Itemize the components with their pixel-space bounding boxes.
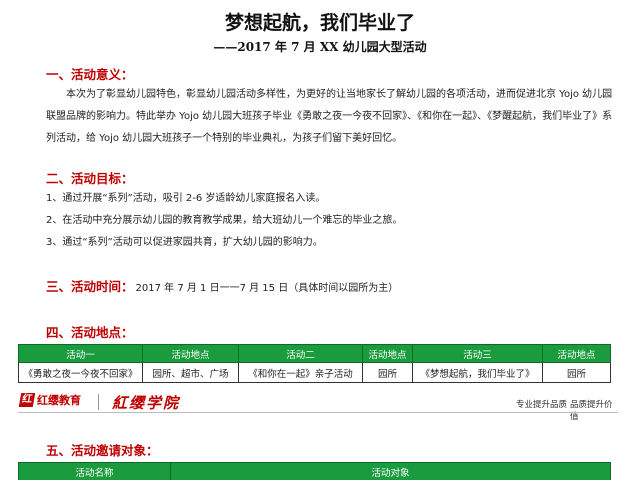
hongying-edu-logo: 红 红缨教育 bbox=[18, 392, 81, 408]
table-row: 《勇敢之夜一今夜不回家》 园所、超市、广场 《和你在一起》亲子活动 园所 《梦想… bbox=[18, 362, 611, 383]
hongying-academy-logo: 紅缨学院 bbox=[112, 394, 181, 412]
section-3-text: 2017 年 7 月 1 日一一7 月 15 日（具体时间以园所为主） bbox=[135, 283, 399, 294]
invite-table: 活动名称 活动对象 bbox=[18, 462, 611, 480]
table-cell: 《和你在一起》亲子活动 bbox=[238, 362, 363, 383]
table-cell: 《勇敢之夜一今夜不回家》 bbox=[18, 362, 143, 383]
list-item: 2、在活动中充分展示幼儿园的教育教学成果，给大班幼儿一个难忘的毕业之旅。 bbox=[46, 215, 403, 226]
table-header-cell: 活动三 bbox=[412, 344, 543, 363]
list-item: 1、通过开展“系列”活动，吸引 2-6 岁适龄幼儿家庭报名入读。 bbox=[46, 193, 326, 204]
logo-a-text: 红缨教育 bbox=[37, 394, 81, 407]
table-cell: 《梦想起航，我们毕业了》 bbox=[412, 362, 543, 383]
section-5-heading: 五、活动邀请对象： bbox=[46, 443, 159, 458]
doc-subtitle: ——2017 年 7 月 XX 幼儿园大型活动 bbox=[213, 40, 427, 54]
table-header-cell: 活动地点 bbox=[142, 344, 239, 363]
table-header-cell: 活动地点 bbox=[542, 344, 611, 363]
section-2-list: 1、通过开展“系列”活动，吸引 2-6 岁适龄幼儿家庭报名入读。 2、在活动中充… bbox=[46, 188, 616, 254]
table-cell: 园所 bbox=[542, 362, 611, 383]
section-3-heading: 三、活动时间： 2017 年 7 月 1 日一一7 月 15 日（具体时间以园所为… bbox=[46, 276, 398, 295]
section-4-heading: 四、活动地点： bbox=[46, 325, 134, 340]
table-header-cell: 活动地点 bbox=[362, 344, 413, 363]
table-header-row: 活动一 活动地点 活动二 活动地点 活动三 活动地点 bbox=[18, 344, 611, 363]
logo-mark-icon: 红 bbox=[18, 393, 36, 407]
section-1-paragraph: 本次为了彰显幼儿园特色，彰显幼儿园活动多样性，为更好的让当地家长了解幼儿园的各项… bbox=[46, 89, 613, 144]
banner-divider bbox=[98, 394, 99, 410]
doc-title: 梦想起航，我们毕业了 bbox=[224, 12, 415, 34]
slogan-1: 专业提升品质 bbox=[516, 400, 568, 410]
slogan-2: 品质提升价值 bbox=[570, 400, 613, 422]
footer-banner: 红 红缨教育 紅缨学院 专业提升品质 品质提升价值 bbox=[18, 392, 618, 422]
section-3-label: 三、活动时间： bbox=[46, 279, 134, 294]
section-2-heading: 二、活动目标： bbox=[46, 171, 134, 186]
table-cell: 园所、超市、广场 bbox=[142, 362, 239, 383]
banner-rule bbox=[18, 412, 618, 413]
section-1-heading: 一、活动意义： bbox=[46, 67, 134, 82]
location-table: 活动一 活动地点 活动二 活动地点 活动三 活动地点 《勇敢之夜一今夜不回家》 … bbox=[18, 344, 611, 383]
table-header-cell: 活动名称 bbox=[18, 462, 171, 480]
table-header-cell: 活动对象 bbox=[170, 462, 611, 480]
table-header-cell: 活动一 bbox=[18, 344, 143, 363]
table-header-cell: 活动二 bbox=[238, 344, 363, 363]
document-page: 梦想起航，我们毕业了 ——2017 年 7 月 XX 幼儿园大型活动 一、活动意… bbox=[0, 0, 640, 480]
table-header-row: 活动名称 活动对象 bbox=[18, 462, 611, 480]
list-item: 3、通过“系列”活动可以促进家园共育，扩大幼儿园的影响力。 bbox=[46, 237, 323, 248]
table-cell: 园所 bbox=[362, 362, 413, 383]
